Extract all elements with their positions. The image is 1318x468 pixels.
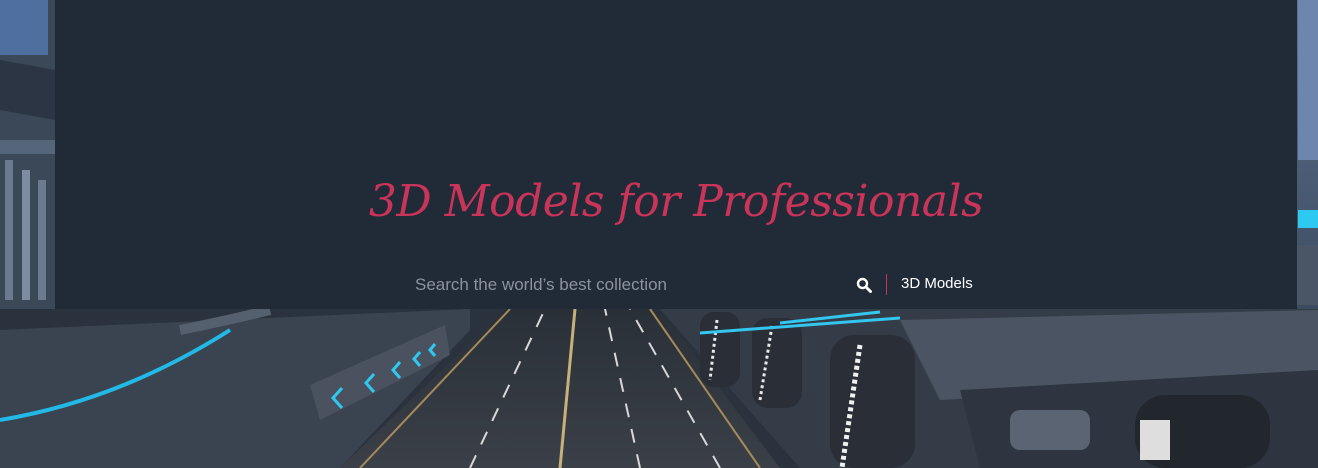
page-title: 3D Models for Professionals xyxy=(368,176,984,227)
search-input[interactable] xyxy=(410,270,800,300)
search-divider xyxy=(886,274,887,295)
search-icon xyxy=(856,277,872,293)
hero-panel: 3D Models for Professionals 3D Models xyxy=(55,0,1297,309)
search-button[interactable] xyxy=(851,272,877,298)
search-category-select[interactable]: 3D Models xyxy=(901,275,973,292)
